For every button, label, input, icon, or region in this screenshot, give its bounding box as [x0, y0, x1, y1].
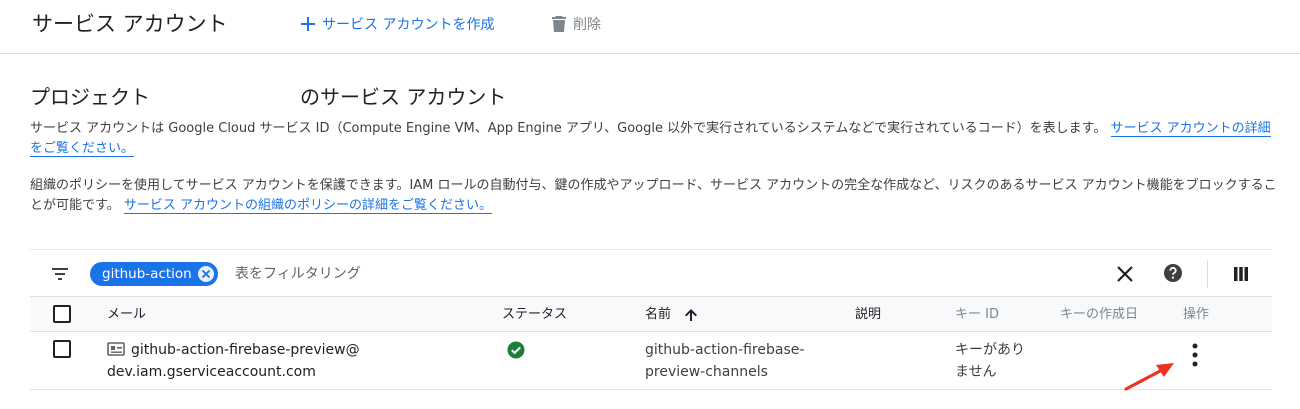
org-policy-details-link[interactable]: サービス アカウントの組織のポリシーの詳細をご覧ください。 [123, 198, 492, 214]
delete-button[interactable]: 削除 [551, 12, 601, 36]
key-id-value: キーがありません [955, 342, 1025, 380]
check-circle-icon [507, 341, 525, 359]
filter-chip[interactable]: github-action [90, 262, 218, 286]
page-header: サービス アカウント サービス アカウントを作成 削除 [0, 0, 1300, 54]
create-service-account-label: サービス アカウントを作成 [322, 17, 495, 33]
column-header-actions: 操作 [1183, 307, 1210, 322]
more-vert-icon[interactable] [1188, 341, 1202, 369]
create-service-account-button[interactable]: サービス アカウントを作成 [300, 12, 494, 36]
column-header-email[interactable]: メール [107, 297, 146, 332]
service-account-name: github-action-firebase-preview-channels [645, 342, 805, 380]
plus-icon [301, 17, 315, 31]
help-circle-icon[interactable] [1163, 263, 1183, 283]
org-policy-description: 組織のポリシーを使用してサービス アカウントを保護できます。IAM ロールの自動… [30, 176, 1280, 216]
table-row: github-action-firebase-preview@ dev.iam.… [30, 332, 1272, 390]
page-title: サービス アカウント [32, 12, 228, 36]
column-header-name[interactable]: 名前 [645, 297, 699, 332]
table-header: メール ステータス 名前 説明 キー ID キーの作成日 操作 [30, 297, 1272, 332]
filter-icon[interactable] [50, 264, 70, 284]
arrow-up-icon [685, 308, 698, 321]
service-accounts-page: サービス アカウント サービス アカウントを作成 削除 プロジェクト のサービス … [0, 0, 1300, 409]
filter-chip-label: github-action [102, 266, 192, 282]
close-circle-icon[interactable] [197, 266, 214, 282]
section-title-suffix: のサービス アカウント [300, 85, 507, 109]
service-account-description: サービス アカウントは Google Cloud サービス ID（Compute… [30, 119, 1280, 159]
column-header-description[interactable]: 説明 [855, 297, 881, 332]
column-header-name-label: 名前 [645, 307, 672, 322]
email-line-1: github-action-firebase-preview@ [131, 342, 360, 358]
section-title-prefix: プロジェクト [30, 85, 150, 109]
filter-bar: github-action 表をフィルタリング [30, 249, 1272, 297]
column-header-key-created: キーの作成日 [1060, 307, 1139, 322]
close-icon[interactable] [1115, 264, 1135, 284]
service-account-email[interactable]: github-action-firebase-preview@ dev.iam.… [107, 339, 397, 383]
red-arrow [1124, 363, 1174, 391]
section-title: プロジェクト のサービス アカウント [30, 83, 506, 111]
filter-input[interactable]: 表をフィルタリング [235, 262, 361, 286]
select-all-checkbox[interactable] [53, 305, 71, 323]
column-header-key-id: キー ID [955, 307, 999, 322]
trash-icon [552, 16, 566, 32]
service-account-key-icon [107, 342, 125, 356]
row-checkbox[interactable] [53, 340, 71, 358]
description-text-1: サービス アカウントは Google Cloud サービス ID（Compute… [30, 121, 1107, 136]
email-line-2: dev.iam.gserviceaccount.com [107, 364, 316, 380]
delete-label: 削除 [573, 17, 601, 33]
columns-icon[interactable] [1231, 264, 1251, 284]
toolbar-divider [1207, 260, 1208, 288]
column-header-status[interactable]: ステータス [502, 297, 567, 332]
